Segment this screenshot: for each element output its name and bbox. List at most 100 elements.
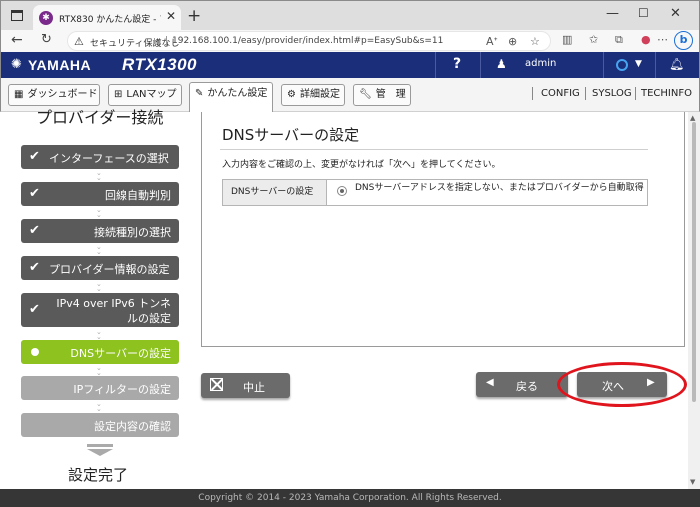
minimize-icon[interactable]: — [606,6,619,21]
dns-auto-option-label[interactable]: DNSサーバーアドレスを指定しない、またはプロバイダーから自動取得 [355,182,645,194]
dashboard-icon: ▦ [14,89,24,100]
check-icon: ✔ [29,260,40,275]
new-tab-button[interactable]: + [187,6,201,26]
bell-icon[interactable]: 🔔︎ [669,57,684,71]
easy-setup-tab[interactable]: ✎ かんたん設定 [189,82,273,112]
highlight-annotation [557,362,687,407]
link-divider [635,87,636,100]
chevron-down-icon: ⌄ ⌄ [96,206,102,219]
triangle-left-icon: ◀ [486,377,494,388]
complete-label: 設定完了 [68,466,129,484]
instruction-text: 入力内容をご確認の上、変更がなければ「次へ」を押してください。 [222,160,501,170]
copilot-icon[interactable]: b [674,31,693,50]
split-screen-icon[interactable]: ▥ [562,33,572,46]
step-label: 回線自動判別 [105,189,171,202]
chevron-down-icon: ⌄ ⌄ [96,400,102,413]
step-connection-type[interactable]: ✔ 接続種別の選択 [21,219,179,243]
url-divider [166,36,167,47]
user-icon: ♟ [496,57,507,71]
header-divider [655,52,656,78]
more-icon[interactable]: ⋯ [657,33,668,46]
check-icon: ✔ [29,302,40,317]
dns-auto-radio[interactable] [337,186,347,196]
lan-map-button[interactable]: ⊞ LANマップ [108,84,182,106]
step-line-detect[interactable]: ✔ 回線自動判別 [21,182,179,206]
maximize-icon[interactable]: ☐ [638,6,649,20]
check-icon: ✔ [29,149,40,164]
syslog-link[interactable]: SYSLOG [592,88,632,99]
step-label: インターフェースの選択 [49,152,169,165]
wand-icon: ✎ [195,88,204,99]
header-divider [435,52,436,78]
page-scrollbar[interactable]: ▲ ▼ [688,112,700,489]
step-label: 設定内容の確認 [94,420,171,433]
scroll-down-icon[interactable]: ▼ [690,478,695,486]
header-divider [480,52,481,78]
favorite-icon[interactable]: ☆ [530,35,540,48]
favorites-icon[interactable]: ✩ [589,33,598,46]
window-close-icon[interactable]: ✕ [670,6,681,21]
copyright-footer: Copyright © 2014 - 2023 Yamaha Corporati… [0,489,700,507]
user-name[interactable]: admin [525,58,556,69]
step-label: IPv4 over IPv6 トンネルの設定 [56,297,171,325]
profile-icon[interactable]: ● [641,33,651,46]
current-step-icon [31,348,39,356]
refresh-icon[interactable]: ↻ [41,32,52,47]
lan-map-icon: ⊞ [114,89,123,100]
page-title: DNSサーバーの設定 [222,126,360,144]
back-icon[interactable]: ← [11,32,23,48]
step-label: 接続種別の選択 [94,226,171,239]
manage-button[interactable]: 🔧︎ 管 理 [353,84,411,106]
step-confirm: 設定内容の確認 [21,413,179,437]
favicon-icon: ✱ [39,11,53,25]
dashboard-label: ダッシュボード [27,89,98,100]
step-dns-server[interactable]: DNSサーバーの設定 [21,340,179,364]
url-text[interactable]: 192.168.100.1/easy/provider/index.html#p… [172,36,443,46]
step-interface-select[interactable]: ✔ インターフェースの選択 [21,145,179,169]
wizard-title: プロバイダー接続 [36,108,164,127]
title-divider [220,149,648,150]
header-divider [603,52,604,78]
cancel-label: 中止 [243,381,265,394]
step-ip-filter: IPフィルターの設定 [21,376,179,400]
router-header: ✺ YAMAHA RTX1300 ? ♟ admin ▼ 🔔︎ [0,52,700,78]
scroll-up-icon[interactable]: ▲ [690,114,695,122]
model-name: RTX1300 [122,55,198,74]
chevron-down-icon[interactable]: ▼ [635,59,642,69]
manage-label: 管 理 [375,89,406,100]
tab-actions-icon[interactable] [11,10,23,21]
browser-tab-bar: ✱ RTX830 かんたん設定 - プロバイダー接続 ✕ + — ☐ ✕ [0,0,700,31]
chevron-down-icon: ⌄ ⌄ [96,328,102,341]
back-label: 戻る [516,380,538,393]
yamaha-logo-icon: ✺ [11,57,22,72]
techinfo-link[interactable]: TECHINFO [641,88,692,99]
chevron-down-icon: ⌄ ⌄ [96,280,102,293]
step-label: プロバイダー情報の設定 [49,263,170,276]
zoom-icon[interactable]: ⊕ [508,35,517,48]
link-divider [585,87,586,100]
dns-settings-table: DNSサーバーの設定 DNSサーバーアドレスを指定しない、またはプロバイダーから… [222,179,648,206]
address-bar: ← ↻ ⚠ セキュリティ保護なし 192.168.100.1/easy/prov… [0,30,700,52]
help-button[interactable]: ? [453,56,461,72]
dashboard-button[interactable]: ▦ ダッシュボード [8,84,100,106]
back-button[interactable]: ◀ 戻る [476,372,568,397]
collections-icon[interactable]: ⧉ [615,33,623,47]
gear-icon: ⚙ [287,89,296,100]
status-indicator-icon[interactable] [616,59,628,71]
cancel-button[interactable]: 中止 [201,373,290,398]
read-aloud-icon[interactable]: Aᐩ [486,35,498,48]
check-icon: ✔ [29,186,40,201]
config-link[interactable]: CONFIG [541,88,580,99]
warning-icon[interactable]: ⚠ [74,35,84,48]
step-ipv4-over-ipv6[interactable]: ✔ IPv4 over IPv6 トンネルの設定 [21,293,179,327]
step-provider-info[interactable]: ✔ プロバイダー情報の設定 [21,256,179,280]
tab-title: RTX830 かんたん設定 - プロバイダー接続 [59,15,161,25]
browser-tab[interactable]: ✱ RTX830 かんたん設定 - プロバイダー接続 ✕ [33,5,181,31]
url-field[interactable]: ⚠ セキュリティ保護なし 192.168.100.1/easy/provider… [67,31,551,51]
lan-map-label: LANマップ [126,89,177,100]
brand-logo: YAMAHA [28,57,92,73]
advanced-button[interactable]: ⚙ 詳細設定 [281,84,345,106]
easy-setup-label: かんたん設定 [207,88,268,99]
close-tab-icon[interactable]: ✕ [166,9,176,23]
scroll-thumb[interactable] [692,122,696,402]
